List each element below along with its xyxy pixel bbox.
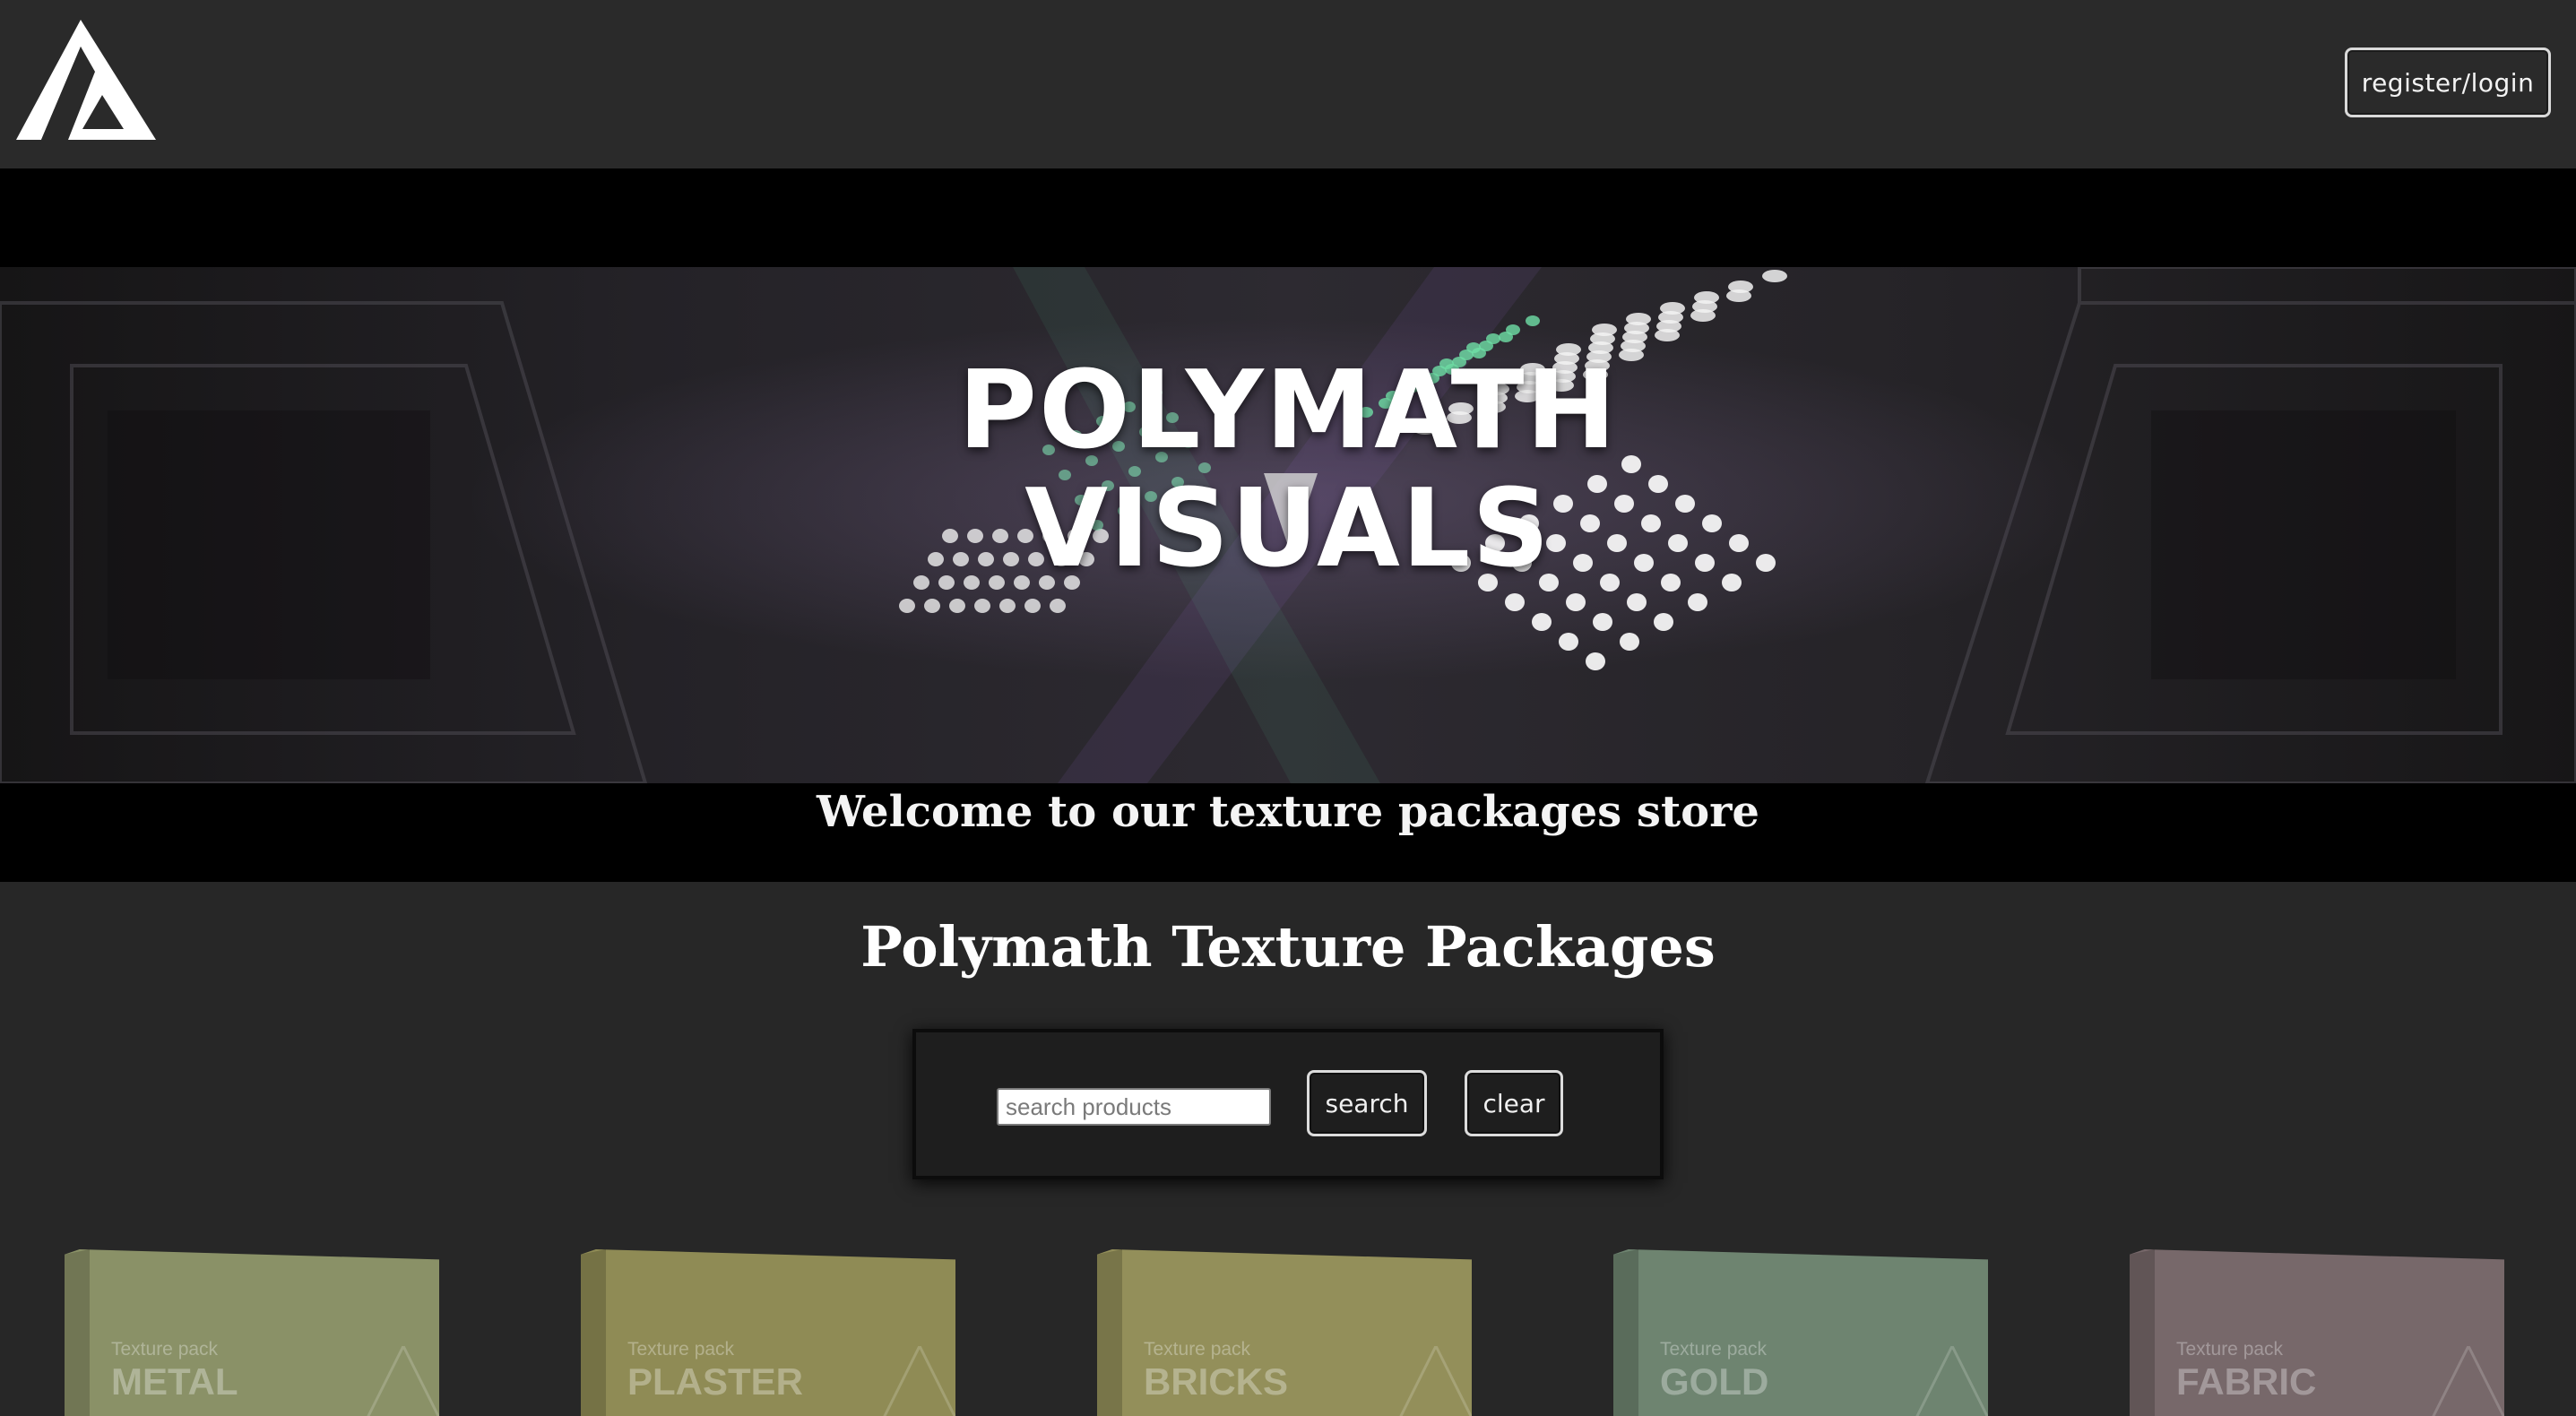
top-navbar: register/login	[0, 0, 2576, 168]
hero-light-dot	[974, 599, 990, 613]
product-tag: Texture pack	[627, 1339, 735, 1360]
hero-light-dot	[1620, 633, 1639, 651]
triangle-watermark-icon	[883, 1346, 955, 1416]
product-card-fabric[interactable]: Texture pack FABRIC	[2130, 1249, 2504, 1416]
triangle-watermark-icon	[2432, 1346, 2504, 1416]
section-title: Polymath Texture Packages	[860, 914, 1716, 980]
hero-light-dot	[1592, 324, 1617, 336]
search-button[interactable]: search	[1307, 1070, 1427, 1136]
hero-light-dot	[899, 599, 915, 613]
polymath-triangle-logo-icon[interactable]	[16, 20, 156, 140]
hero-light-dot	[1024, 599, 1041, 613]
hero-subtitle: Welcome to our texture packages store	[817, 787, 1759, 837]
hero-light-dot	[1559, 633, 1578, 651]
hero-title-line-1: POLYMATH	[958, 349, 1618, 473]
search-panel: search clear	[912, 1029, 1664, 1179]
hero-light-dot	[1526, 315, 1540, 326]
hero-light-dot	[1505, 593, 1525, 611]
product-tag: Texture pack	[1144, 1339, 1251, 1360]
hero-light-dot	[1694, 291, 1719, 304]
triangle-watermark-icon	[1399, 1346, 1472, 1416]
product-name: FABRIC	[2176, 1360, 2317, 1403]
hero-light-dot	[999, 599, 1016, 613]
product-card-gold[interactable]: Texture pack GOLD	[1613, 1249, 1988, 1416]
product-box-side	[1613, 1249, 1638, 1416]
hero-light-dot	[1728, 281, 1753, 293]
hero-light-dot	[1566, 593, 1586, 611]
hero-light-dot	[1506, 324, 1520, 335]
hero-title: POLYMATH VISUALS	[0, 352, 2576, 589]
product-card-bricks[interactable]: Texture pack BRICKS	[1097, 1249, 1472, 1416]
product-box-side	[65, 1249, 90, 1416]
product-name: PLASTER	[627, 1360, 804, 1403]
hero-light-dot	[949, 599, 965, 613]
product-name: BRICKS	[1144, 1360, 1289, 1403]
hero-light-dot	[1532, 613, 1552, 631]
product-tag: Texture pack	[111, 1339, 219, 1360]
triangle-watermark-icon	[367, 1346, 439, 1416]
hero-section: POLYMATH VISUALS Welcome to our texture …	[0, 168, 2576, 882]
product-card-metal[interactable]: Texture pack METAL	[65, 1249, 439, 1416]
search-input[interactable]	[997, 1088, 1271, 1126]
product-box-side	[1097, 1249, 1122, 1416]
product-name: METAL	[111, 1360, 238, 1403]
hero-light-dot	[1586, 652, 1605, 670]
triangle-watermark-icon	[1915, 1346, 1988, 1416]
product-card-plaster[interactable]: Texture pack PLASTER	[581, 1249, 955, 1416]
hero-light-dot	[1627, 593, 1647, 611]
hero-light-dot	[924, 599, 940, 613]
hero-light-dot	[1654, 613, 1673, 631]
product-box-side	[581, 1249, 606, 1416]
product-name: GOLD	[1660, 1360, 1769, 1403]
hero-light-dot	[1486, 333, 1500, 344]
product-tag: Texture pack	[1660, 1339, 1768, 1360]
clear-button[interactable]: clear	[1465, 1070, 1563, 1136]
hero-light-dot	[1762, 270, 1787, 282]
register-login-button[interactable]: register/login	[2345, 47, 2551, 117]
product-tag: Texture pack	[2176, 1339, 2284, 1360]
hero-light-dot	[1050, 599, 1066, 613]
hero-light-dot	[1593, 613, 1612, 631]
hero-light-dot	[1660, 302, 1685, 315]
hero-title-line-2: VISUALS	[1024, 467, 1552, 591]
product-box-side	[2130, 1249, 2155, 1416]
hero-light-dot	[1626, 313, 1651, 325]
hero-light-dot	[1688, 593, 1707, 611]
